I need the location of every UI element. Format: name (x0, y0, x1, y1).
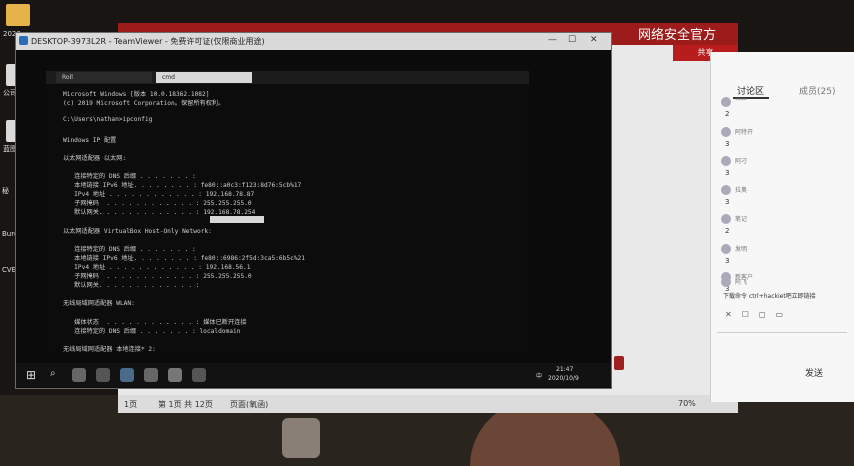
back-window-title: 网络安全官方 (638, 28, 717, 43)
chat-author: 阿特开 (735, 129, 754, 136)
avatar (721, 156, 731, 166)
tab-roll[interactable]: Roll (56, 72, 152, 83)
desktop-label: 秘 (2, 187, 9, 195)
chat-text: 2 (725, 227, 730, 235)
chat-text: 下载命令 ctrl+hackiet吧立即链接 (723, 293, 816, 300)
shoe-image (282, 418, 320, 458)
taskview-icon[interactable] (72, 368, 86, 382)
status-page: 1页 (124, 400, 138, 409)
remote-taskbar: ⊞ ⌕ 中 21:47 2020/10/9 (16, 363, 611, 387)
chat-author: 拉奥 (735, 187, 748, 194)
chat-text: 3 (725, 169, 730, 177)
browser-icon[interactable] (120, 368, 134, 382)
cmd-line: 以太网适配器 以太网: (63, 154, 127, 162)
cmd-line: 连接特定的 DNS 后缀 . . . . . . . : (63, 172, 196, 180)
document-status-bar: 1页 第 1页 共 12页 页面(氧函) 70% (118, 395, 738, 413)
tab-cmd[interactable]: cmd (156, 72, 252, 83)
cmd-line: 本地链接 IPv6 地址. . . . . . . . : fe80::a0c3… (63, 182, 302, 189)
terminal-icon[interactable] (192, 368, 206, 382)
chat-author: 发明 (735, 246, 748, 253)
cmd-line: 默认网关. . . . . . . . . . . . . : (63, 282, 200, 290)
cmd-line: C:\Users\nathan>ipconfig (63, 116, 153, 124)
clock-date: 2020/10/9 (548, 375, 579, 382)
cmd-line: 连接特定的 DNS 后缀 . . . . . . . : (63, 245, 196, 253)
teamviewer-side-button[interactable] (614, 356, 624, 370)
cmd-line: 子网掩码 . . . . . . . . . . . . : 255.255.2… (63, 273, 252, 280)
search-icon[interactable]: ⌕ (50, 368, 56, 379)
desktop-label: CVE (2, 266, 17, 274)
cmd-line: 无线局域网适配器 WLAN: (63, 300, 135, 308)
chat-author: **** (735, 97, 747, 104)
avatar (721, 127, 731, 137)
app-icon[interactable] (168, 368, 182, 382)
cmd-line: Microsoft Windows [版本 10.0.18362.1082] (63, 91, 210, 98)
status-words: 第 1页 共 12页 (158, 400, 213, 409)
cmd-line: (c) 2019 Microsoft Corporation。保留所有权利。 (63, 100, 225, 108)
app-icon[interactable] (144, 368, 158, 382)
ime-indicator[interactable]: 中 (536, 371, 542, 380)
cmd-line: 本地链接 IPv6 地址. . . . . . . . : fe80::6986… (63, 254, 306, 262)
discussion-panel: 讨论区 成员(25) **** 2 阿特开 3 阿刁 3 拉奥 3 笔记 2 发… (710, 52, 854, 402)
avatar (721, 277, 731, 287)
teamviewer-icon (19, 36, 28, 45)
tab-discussion[interactable]: 讨论区 (737, 84, 764, 97)
chat-text: 3 (725, 140, 730, 148)
teamviewer-title: DESKTOP-3973L2R - TeamViewer - 免费许可证(仅限商… (31, 37, 265, 46)
avatar (721, 244, 731, 254)
send-button[interactable]: 发送 (805, 366, 823, 379)
close-button[interactable]: ✕ (590, 35, 598, 45)
teamviewer-titlebar: DESKTOP-3973L2R - TeamViewer - 免费许可证(仅限商… (16, 33, 611, 50)
chat-author: 阿刁 (735, 158, 748, 165)
text-selection (210, 216, 264, 223)
chat-text: 3 (725, 257, 730, 265)
windows-start-icon[interactable]: ⊞ (26, 368, 36, 382)
chat-author: 阿飞 (735, 279, 748, 286)
cmd-line: 默认网关. . . . . . . . . . . . . : 192.168.… (63, 209, 256, 217)
cmd-line: Windows IP 配置 (63, 136, 117, 144)
avatar (721, 185, 731, 195)
cmd-line: IPv4 地址 . . . . . . . . . . . . : 192.16… (63, 263, 251, 271)
chat-toolbar: ✕☐◻▭ (725, 310, 794, 319)
minimize-button[interactable]: — (548, 35, 557, 45)
tab-members[interactable]: 成员(25) (799, 84, 835, 97)
cmd-line: IPv4 地址 . . . . . . . . . . . . : 192.16… (63, 191, 255, 199)
cmd-line: 以太网适配器 VirtualBox Host-Only Network: (63, 227, 212, 235)
explorer-icon[interactable] (96, 368, 110, 382)
avatar (721, 97, 731, 107)
clock-time: 21:47 (556, 366, 574, 373)
status-view: 页面(氧函) (230, 400, 269, 409)
chat-author: 笔记 (735, 216, 748, 223)
cmd-window[interactable]: Roll cmd Microsoft Windows [版本 10.0.1836… (46, 71, 529, 353)
cmd-tab-bar: Roll cmd (46, 71, 529, 84)
folder-icon[interactable] (6, 4, 30, 26)
divider (717, 332, 847, 333)
cmd-line: 连接特定的 DNS 后缀 . . . . . . . : localdomain (63, 327, 241, 335)
chat-text: 3 (725, 198, 730, 206)
cmd-line: 无线局域网适配器 本地连接* 2: (63, 345, 156, 353)
teamviewer-window[interactable]: DESKTOP-3973L2R - TeamViewer - 免费许可证(仅限商… (15, 32, 624, 389)
avatar (721, 214, 731, 224)
zoom-level: 70% (678, 399, 696, 408)
cmd-line: 媒体状态 . . . . . . . . . . . . : 媒体已断开连接 (63, 318, 247, 326)
chat-text: 2 (725, 110, 730, 118)
cmd-line: 子网掩码 . . . . . . . . . . . . : 255.255.2… (63, 200, 252, 208)
maximize-button[interactable]: ☐ (568, 35, 576, 45)
